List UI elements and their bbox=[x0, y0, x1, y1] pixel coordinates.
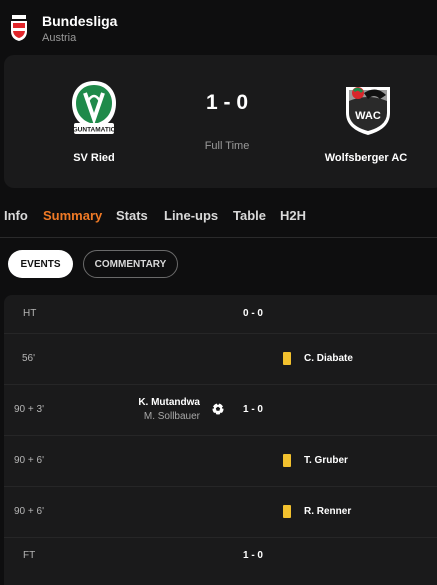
goal-assist: M. Sollbauer bbox=[143, 411, 200, 422]
events-list: HT 0 - 0 56' C. Diabate 90 + 3' K. Mutan… bbox=[4, 295, 437, 585]
event-row-halftime: HT 0 - 0 bbox=[4, 295, 437, 334]
event-row-goal[interactable]: 90 + 3' K. Mutandwa M. Sollbauer 1 - 0 bbox=[4, 385, 437, 436]
event-minute: 90 + 3' bbox=[14, 404, 44, 415]
event-minute: FT bbox=[23, 550, 36, 561]
event-player: R. Renner bbox=[304, 506, 352, 517]
final-score: 1 - 0 bbox=[205, 91, 249, 114]
away-logo-text: WAC bbox=[355, 110, 381, 122]
event-minute: HT bbox=[23, 308, 37, 319]
event-row-yellow-card[interactable]: 90 + 6' R. Renner bbox=[4, 487, 437, 538]
events-filter-button[interactable]: EVENTS bbox=[8, 250, 73, 278]
home-logo-text: GUNTAMATIC bbox=[73, 127, 116, 134]
league-header[interactable]: Bundesliga Austria bbox=[0, 0, 437, 50]
tab-summary[interactable]: Summary bbox=[43, 208, 102, 223]
wolfsberger-crest-icon[interactable]: WAC bbox=[342, 79, 394, 137]
event-row-fulltime: FT 1 - 0 bbox=[4, 538, 437, 578]
fulltime-score: 1 - 0 bbox=[242, 550, 263, 561]
tab-info[interactable]: Info bbox=[4, 208, 28, 223]
yellow-card-icon bbox=[283, 454, 291, 467]
halftime-score: 0 - 0 bbox=[242, 308, 263, 319]
commentary-filter-button[interactable]: COMMENTARY bbox=[83, 250, 178, 278]
goal-scorer: K. Mutandwa bbox=[138, 397, 200, 408]
yellow-card-icon bbox=[283, 352, 291, 365]
league-name: Bundesliga bbox=[42, 13, 118, 29]
home-team-name[interactable]: SV Ried bbox=[24, 152, 164, 164]
event-minute: 56' bbox=[22, 353, 36, 364]
tab-stats[interactable]: Stats bbox=[116, 208, 148, 223]
match-card: GUNTAMATIC WAC SV Ried Wolfsberger AC 1 … bbox=[4, 55, 437, 188]
tab-lineups[interactable]: Line-ups bbox=[164, 208, 218, 223]
tab-h2h[interactable]: H2H bbox=[280, 208, 306, 223]
event-player: C. Diabate bbox=[304, 353, 353, 364]
bundesliga-logo-icon bbox=[11, 15, 27, 41]
yellow-card-icon bbox=[283, 505, 291, 518]
event-minute: 90 + 6' bbox=[14, 506, 44, 517]
tab-table[interactable]: Table bbox=[233, 208, 266, 223]
sv-ried-crest-icon[interactable]: GUNTAMATIC bbox=[68, 79, 120, 137]
match-tabs: Info Summary Stats Line-ups Table H2H bbox=[0, 205, 437, 238]
football-icon bbox=[212, 403, 224, 415]
event-row-yellow-card[interactable]: 56' C. Diabate bbox=[4, 334, 437, 385]
goal-score: 1 - 0 bbox=[242, 404, 263, 415]
league-country: Austria bbox=[42, 32, 77, 44]
event-player: T. Gruber bbox=[304, 455, 348, 466]
event-minute: 90 + 6' bbox=[14, 455, 44, 466]
match-status: Full Time bbox=[204, 140, 250, 152]
away-team-name[interactable]: Wolfsberger AC bbox=[296, 152, 436, 164]
event-row-yellow-card[interactable]: 90 + 6' T. Gruber bbox=[4, 436, 437, 487]
